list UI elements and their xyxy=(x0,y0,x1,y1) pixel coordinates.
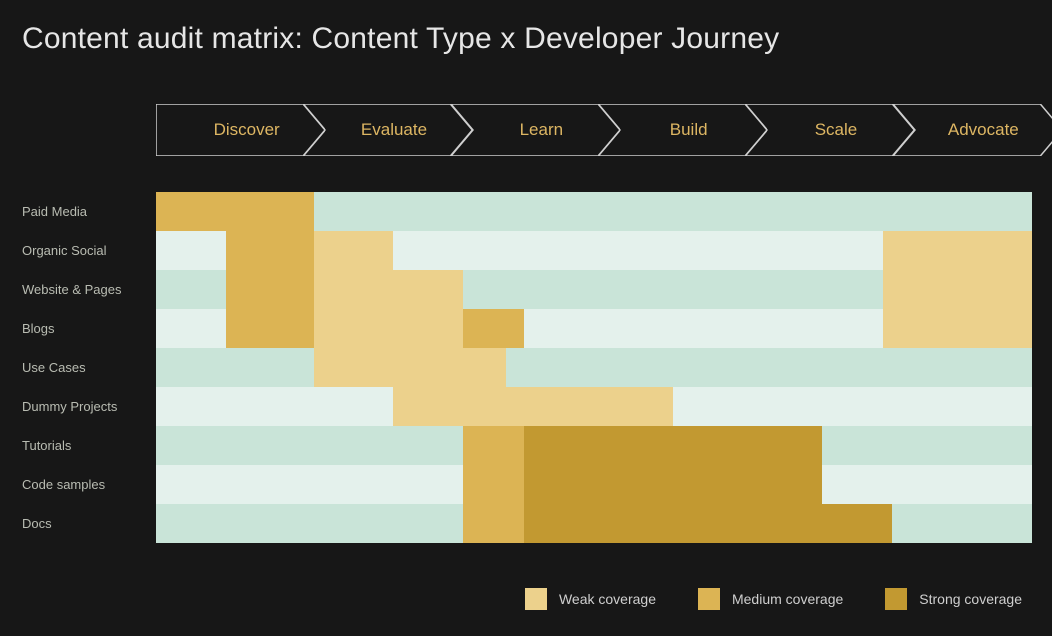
legend-swatch-weak xyxy=(525,588,547,610)
legend-item-strong: Strong coverage xyxy=(885,588,1022,610)
coverage-segment-weak xyxy=(314,231,393,270)
journey-stage-label: Evaluate xyxy=(303,104,472,156)
journey-stage-header: Discover Evaluate Learn Build Scale Advo… xyxy=(156,104,1040,156)
journey-stage-label: Advocate xyxy=(893,104,1052,156)
row-label: Blogs xyxy=(20,309,156,348)
row-label: Docs xyxy=(20,504,156,543)
content-matrix: Paid MediaOrganic SocialWebsite & PagesB… xyxy=(20,192,1032,543)
matrix-row: Docs xyxy=(20,504,1032,543)
page-title: Content audit matrix: Content Type x Dev… xyxy=(22,22,779,56)
journey-stage-advocate: Advocate xyxy=(893,104,1052,156)
coverage-segment-medium xyxy=(156,192,314,231)
matrix-row: Tutorials xyxy=(20,426,1032,465)
coverage-segment-strong xyxy=(524,426,822,465)
row-track xyxy=(156,270,1032,309)
matrix-row: Website & Pages xyxy=(20,270,1032,309)
coverage-segment-weak xyxy=(883,231,1032,270)
legend-item-medium: Medium coverage xyxy=(698,588,843,610)
coverage-segment-medium xyxy=(226,309,314,348)
row-label: Dummy Projects xyxy=(20,387,156,426)
journey-stage-label: Learn xyxy=(451,104,620,156)
row-label: Code samples xyxy=(20,465,156,504)
coverage-segment-weak xyxy=(314,309,463,348)
legend-item-weak: Weak coverage xyxy=(525,588,656,610)
row-track xyxy=(156,231,1032,270)
journey-stage-learn: Learn xyxy=(451,104,620,156)
legend-label-strong: Strong coverage xyxy=(919,591,1022,607)
row-label: Use Cases xyxy=(20,348,156,387)
coverage-segment-weak xyxy=(314,270,463,309)
matrix-row: Code samples xyxy=(20,465,1032,504)
journey-stage-build: Build xyxy=(598,104,767,156)
legend-swatch-strong xyxy=(885,588,907,610)
matrix-row: Use Cases xyxy=(20,348,1032,387)
journey-stage-scale: Scale xyxy=(745,104,914,156)
coverage-segment-strong xyxy=(524,504,892,543)
coverage-segment-medium xyxy=(463,504,524,543)
coverage-segment-weak xyxy=(883,309,1032,348)
coverage-segment-weak xyxy=(393,387,673,426)
row-track xyxy=(156,465,1032,504)
coverage-segment-strong xyxy=(524,465,822,504)
row-track xyxy=(156,192,1032,231)
coverage-segment-weak xyxy=(314,348,507,387)
row-track xyxy=(156,348,1032,387)
legend: Weak coverage Medium coverage Strong cov… xyxy=(0,588,1022,610)
row-label: Tutorials xyxy=(20,426,156,465)
coverage-segment-medium xyxy=(226,270,314,309)
row-track xyxy=(156,504,1032,543)
row-label: Website & Pages xyxy=(20,270,156,309)
legend-swatch-medium xyxy=(698,588,720,610)
matrix-row: Paid Media xyxy=(20,192,1032,231)
row-track xyxy=(156,309,1032,348)
coverage-segment-weak xyxy=(883,270,1032,309)
row-track xyxy=(156,387,1032,426)
row-label: Paid Media xyxy=(20,192,156,231)
coverage-segment-medium xyxy=(463,309,524,348)
coverage-segment-medium xyxy=(463,465,524,504)
coverage-segment-medium xyxy=(463,426,524,465)
row-label: Organic Social xyxy=(20,231,156,270)
coverage-segment-medium xyxy=(226,231,314,270)
legend-label-medium: Medium coverage xyxy=(732,591,843,607)
journey-stage-discover: Discover xyxy=(156,104,325,156)
matrix-row: Organic Social xyxy=(20,231,1032,270)
journey-stage-evaluate: Evaluate xyxy=(303,104,472,156)
legend-label-weak: Weak coverage xyxy=(559,591,656,607)
journey-stage-label: Discover xyxy=(156,104,325,156)
journey-stage-label: Scale xyxy=(745,104,914,156)
matrix-row: Blogs xyxy=(20,309,1032,348)
journey-stage-label: Build xyxy=(598,104,767,156)
row-track xyxy=(156,426,1032,465)
matrix-row: Dummy Projects xyxy=(20,387,1032,426)
